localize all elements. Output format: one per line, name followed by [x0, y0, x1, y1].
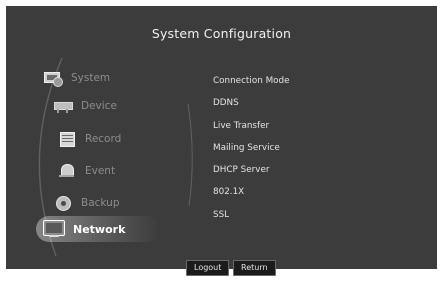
sidebar-item-label: Event — [85, 165, 116, 177]
menu-item-live-transfer[interactable]: Live Transfer — [213, 115, 353, 137]
sidebar-item-label: Backup — [81, 197, 120, 209]
sidebar-item-system[interactable]: System — [44, 67, 110, 89]
logout-button[interactable]: Logout — [186, 260, 230, 276]
sidebar-item-backup[interactable]: Backup — [54, 192, 120, 214]
menu-item-mailing-service[interactable]: Mailing Service — [213, 137, 353, 159]
system-configuration-screen: System Configuration System Device Recor… — [6, 6, 437, 276]
menu-item-connection-mode[interactable]: Connection Mode — [213, 70, 353, 92]
system-icon — [44, 71, 63, 87]
device-icon — [54, 99, 73, 113]
backup-icon — [54, 196, 72, 211]
sidebar-item-label: Network — [73, 222, 126, 236]
menu-item-8021x[interactable]: 802.1X — [213, 181, 353, 203]
network-submenu: Connection Mode DDNS Live Transfer Maili… — [213, 70, 353, 226]
sidebar-item-device[interactable]: Device — [54, 95, 117, 117]
menu-item-dhcp-server[interactable]: DHCP Server — [213, 159, 353, 181]
sidebar-item-label: System — [71, 72, 111, 84]
sidebar-item-record[interactable]: Record — [58, 128, 121, 150]
record-icon — [58, 132, 76, 147]
sidebar-item-label: Record — [85, 133, 122, 145]
sidebar-item-label: Device — [81, 100, 117, 112]
page-title: System Configuration — [151, 26, 292, 41]
menu-item-ssl[interactable]: SSL — [213, 204, 353, 226]
network-icon — [43, 220, 65, 237]
event-icon — [58, 164, 76, 178]
sidebar-item-network[interactable]: Network — [43, 218, 126, 240]
sidebar-item-event[interactable]: Event — [58, 160, 115, 182]
menu-item-ddns[interactable]: DDNS — [213, 92, 353, 114]
return-button[interactable]: Return — [233, 260, 276, 276]
